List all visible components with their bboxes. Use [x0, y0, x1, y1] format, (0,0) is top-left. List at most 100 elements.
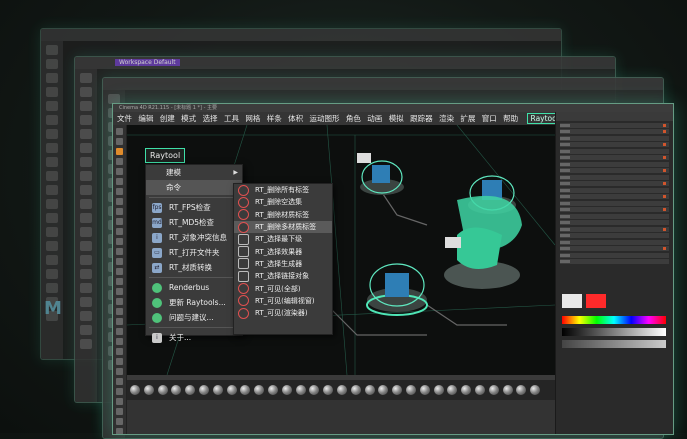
material-ball[interactable]	[378, 385, 389, 395]
material-ball[interactable]	[157, 385, 168, 395]
menu-tracker[interactable]: 跟踪器	[410, 113, 433, 124]
move-icon[interactable]	[116, 158, 123, 165]
plugin-icon[interactable]	[116, 428, 123, 434]
redo-icon[interactable]	[116, 138, 123, 145]
menu-volume[interactable]: 体积	[288, 113, 303, 124]
spline-icon[interactable]	[116, 318, 123, 325]
color-swatch[interactable]	[562, 294, 582, 308]
menu-simulate[interactable]: 模拟	[389, 113, 404, 124]
model-mode-icon[interactable]	[116, 228, 123, 235]
hue-gradient[interactable]	[562, 316, 666, 324]
submenu-item-visible-all[interactable]: RT_可见(全部)	[234, 282, 332, 295]
object-row[interactable]	[560, 187, 669, 193]
light-icon[interactable]	[116, 298, 123, 305]
menu-item-modeling[interactable]: 建模 ▶	[146, 165, 242, 180]
menu-item-commands[interactable]: 命令 ▶	[146, 180, 242, 195]
color-swatch[interactable]	[586, 294, 606, 308]
value-gradient[interactable]	[562, 340, 666, 348]
menu-item-fps-check[interactable]: fps RT_FPS检查	[146, 200, 242, 215]
menu-create[interactable]: 创建	[160, 113, 175, 124]
material-ball[interactable]	[254, 385, 265, 395]
object-row[interactable]	[560, 148, 669, 154]
render-icon[interactable]	[116, 268, 123, 275]
scene-icon[interactable]	[116, 348, 123, 355]
deformer-icon[interactable]	[116, 328, 123, 335]
material-ball[interactable]	[447, 385, 458, 395]
material-ball[interactable]	[433, 385, 444, 395]
material-ball[interactable]	[171, 385, 182, 395]
material-ball[interactable]	[226, 385, 237, 395]
menu-character[interactable]: 角色	[346, 113, 361, 124]
submenu-item-select-linked[interactable]: RT_选择链接对象	[234, 270, 332, 282]
object-row[interactable]	[560, 246, 669, 251]
material-ball[interactable]	[198, 385, 209, 395]
render-settings-icon[interactable]	[116, 288, 123, 295]
menu-spline[interactable]: 样条	[267, 113, 282, 124]
material-ball[interactable]	[212, 385, 223, 395]
generator-icon[interactable]	[116, 338, 123, 345]
tag-icon[interactable]	[116, 358, 123, 365]
menu-item-feedback[interactable]: 问题与建议...	[146, 310, 242, 325]
render-view-icon[interactable]	[116, 278, 123, 285]
object-row[interactable]	[560, 233, 669, 238]
object-row[interactable]	[560, 142, 669, 147]
lock-icon[interactable]	[116, 368, 123, 375]
submenu-item-select-lowest[interactable]: RT_选择最下级	[234, 233, 332, 245]
menu-window[interactable]: 窗口	[482, 113, 497, 124]
menu-item-open-folder[interactable]: ▭ RT_打开文件夹	[146, 245, 242, 260]
texture-icon[interactable]	[116, 238, 123, 245]
polygons-icon[interactable]	[116, 218, 123, 225]
undo-icon[interactable]	[116, 128, 123, 135]
object-row[interactable]	[560, 239, 669, 245]
menu-animate[interactable]: 动画	[367, 113, 382, 124]
object-row[interactable]	[560, 194, 669, 199]
material-ball[interactable]	[267, 385, 278, 395]
object-row[interactable]	[560, 220, 669, 225]
material-ball[interactable]	[143, 385, 154, 395]
material-ball[interactable]	[350, 385, 361, 395]
python-icon[interactable]	[116, 408, 123, 415]
edges-icon[interactable]	[116, 208, 123, 215]
material-ball[interactable]	[336, 385, 347, 395]
material-ball[interactable]	[130, 385, 140, 395]
material-ball[interactable]	[323, 385, 334, 395]
settings-icon[interactable]	[116, 388, 123, 395]
material-ball[interactable]	[240, 385, 251, 395]
menu-item-update[interactable]: 更新 Raytools...	[146, 295, 242, 310]
submenu-item-delete-multi-material-tags[interactable]: RT_删除多材质标签	[234, 220, 332, 234]
menu-mode[interactable]: 模式	[181, 113, 196, 124]
axis-icon[interactable]	[116, 188, 123, 195]
menu-item-object-info[interactable]: i RT_对象冲突信息	[146, 230, 242, 245]
submenu-item-select-generator[interactable]: RT_选择生成器	[234, 258, 332, 270]
material-ball[interactable]	[488, 385, 499, 395]
object-row[interactable]	[560, 174, 669, 180]
menu-item-about[interactable]: i 关于...	[146, 330, 242, 345]
menu-select[interactable]: 选择	[203, 113, 218, 124]
menu-render[interactable]: 渲染	[439, 113, 454, 124]
script-icon[interactable]	[116, 418, 123, 425]
rotate-icon[interactable]	[116, 178, 123, 185]
submenu-item-visible-editor[interactable]: RT_可见(编辑视窗)	[234, 295, 332, 307]
object-row[interactable]	[560, 226, 669, 232]
submenu-item-visible-render[interactable]: RT_可见(渲染器)	[234, 307, 332, 319]
snap-icon[interactable]	[116, 248, 123, 255]
material-ball[interactable]	[392, 385, 403, 395]
material-ball[interactable]	[185, 385, 196, 395]
material-ball[interactable]	[281, 385, 292, 395]
scale-icon[interactable]	[116, 168, 123, 175]
menu-file[interactable]: 文件	[117, 113, 132, 124]
menu-help[interactable]: 帮助	[503, 113, 518, 124]
material-ball[interactable]	[530, 385, 541, 395]
material-ball[interactable]	[474, 385, 485, 395]
raytool-menu-title[interactable]: Raytool	[145, 148, 186, 163]
object-row[interactable]	[560, 155, 669, 160]
object-row[interactable]	[560, 129, 669, 134]
material-ball[interactable]	[516, 385, 527, 395]
material-ball[interactable]	[502, 385, 513, 395]
menu-tools[interactable]: 工具	[224, 113, 239, 124]
material-ball[interactable]	[461, 385, 472, 395]
object-row[interactable]	[560, 200, 669, 206]
camera-icon[interactable]	[116, 308, 123, 315]
object-row[interactable]	[560, 135, 669, 141]
material-ball[interactable]	[309, 385, 320, 395]
